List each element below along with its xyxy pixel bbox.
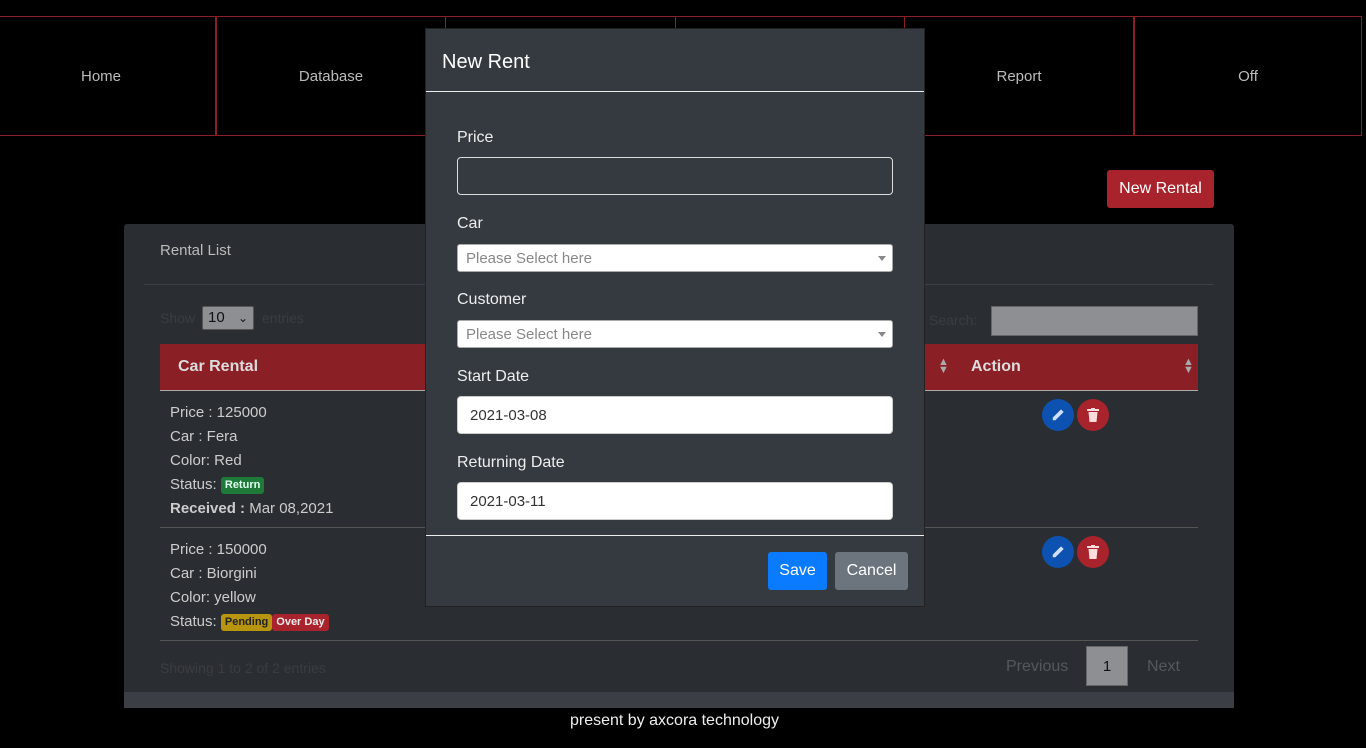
status-badge-return: Return xyxy=(220,477,265,494)
nav-report-label: Report xyxy=(996,67,1042,85)
start-date-input[interactable] xyxy=(457,396,893,434)
row-price: Price : 125000 xyxy=(170,404,267,421)
search-input[interactable] xyxy=(991,306,1198,336)
price-label: Price xyxy=(457,129,494,146)
row-status: Status: Return xyxy=(170,476,265,494)
start-date-label: Start Date xyxy=(457,368,530,385)
sort-icon[interactable]: ▲ ▼ xyxy=(1183,357,1194,376)
new-rent-modal: New Rent Price Car Please Select here Cu… xyxy=(425,28,925,607)
nav-off[interactable]: Off xyxy=(1134,16,1362,136)
delete-button[interactable] xyxy=(1077,536,1109,568)
header-action[interactable]: Action xyxy=(971,358,1021,376)
entries-label: entries xyxy=(262,310,305,326)
sort-icon[interactable]: ▲ ▼ xyxy=(938,357,949,376)
row-car: Car : Biorgini xyxy=(170,565,257,582)
car-label: Car xyxy=(457,215,483,232)
header-car-rental[interactable]: Car Rental xyxy=(178,358,258,376)
caret-down-icon xyxy=(878,256,886,261)
row-color: Color: Red xyxy=(170,452,242,469)
entries-select[interactable]: 10 ⌄ xyxy=(202,306,254,330)
status-badge-overday: Over Day xyxy=(272,614,329,631)
save-button[interactable]: Save xyxy=(768,552,827,590)
delete-button[interactable] xyxy=(1077,399,1109,431)
trash-icon xyxy=(1087,408,1099,422)
pencil-icon xyxy=(1052,409,1064,421)
edit-button[interactable] xyxy=(1042,536,1074,568)
row-color: Color: yellow xyxy=(170,589,256,606)
row-price: Price : 150000 xyxy=(170,541,267,558)
caret-down-icon xyxy=(878,332,886,337)
new-rental-button[interactable]: New Rental xyxy=(1107,170,1214,208)
row-received: Received : Mar 08,2021 xyxy=(170,500,333,517)
received-value: Mar 08,2021 xyxy=(245,500,334,517)
modal-title: New Rent xyxy=(442,51,530,73)
search-label: Search: xyxy=(929,312,978,328)
page-1-button[interactable]: 1 xyxy=(1086,646,1128,686)
show-entries-label: Show xyxy=(160,310,196,326)
cancel-button[interactable]: Cancel xyxy=(835,552,908,590)
trash-icon xyxy=(1087,545,1099,559)
returning-date-input[interactable] xyxy=(457,482,893,520)
returning-date-label: Returning Date xyxy=(457,454,565,471)
nav-database-label: Database xyxy=(298,67,364,85)
status-label: Status: xyxy=(170,476,217,493)
previous-page-button[interactable]: Previous xyxy=(1006,658,1068,676)
received-label: Received : xyxy=(170,500,246,517)
next-page-button[interactable]: Next xyxy=(1147,658,1180,676)
pagination-info: Showing 1 to 2 of 2 entries xyxy=(160,660,326,676)
card-title: Rental List xyxy=(160,242,231,259)
car-select-placeholder: Please Select here xyxy=(466,250,592,267)
row-status: Status: Pending Over Day xyxy=(170,613,329,631)
customer-select-placeholder: Please Select here xyxy=(466,326,592,343)
page-number: 1 xyxy=(1102,657,1112,675)
nav-home-label: Home xyxy=(80,67,121,85)
edit-button[interactable] xyxy=(1042,399,1074,431)
modal-divider xyxy=(426,91,924,92)
nav-database[interactable]: Database xyxy=(216,16,446,136)
nav-home[interactable]: Home xyxy=(0,16,216,136)
nav-report[interactable]: Report xyxy=(904,16,1134,136)
status-label: Status: xyxy=(170,613,217,630)
pencil-icon xyxy=(1052,546,1064,558)
customer-select[interactable]: Please Select here xyxy=(457,320,893,348)
car-select[interactable]: Please Select here xyxy=(457,244,893,272)
nav-off-label: Off xyxy=(1238,67,1258,85)
entries-select-value: 10 xyxy=(208,309,225,326)
row-car: Car : Fera xyxy=(170,428,238,445)
customer-label: Customer xyxy=(457,291,527,308)
status-badge-pending: Pending xyxy=(220,614,273,631)
price-input[interactable] xyxy=(457,157,893,195)
card-footer-bar xyxy=(124,692,1234,708)
footer-text: present by axcora technology xyxy=(569,712,779,729)
chevron-down-icon: ⌄ xyxy=(237,311,248,325)
modal-divider xyxy=(426,535,924,536)
